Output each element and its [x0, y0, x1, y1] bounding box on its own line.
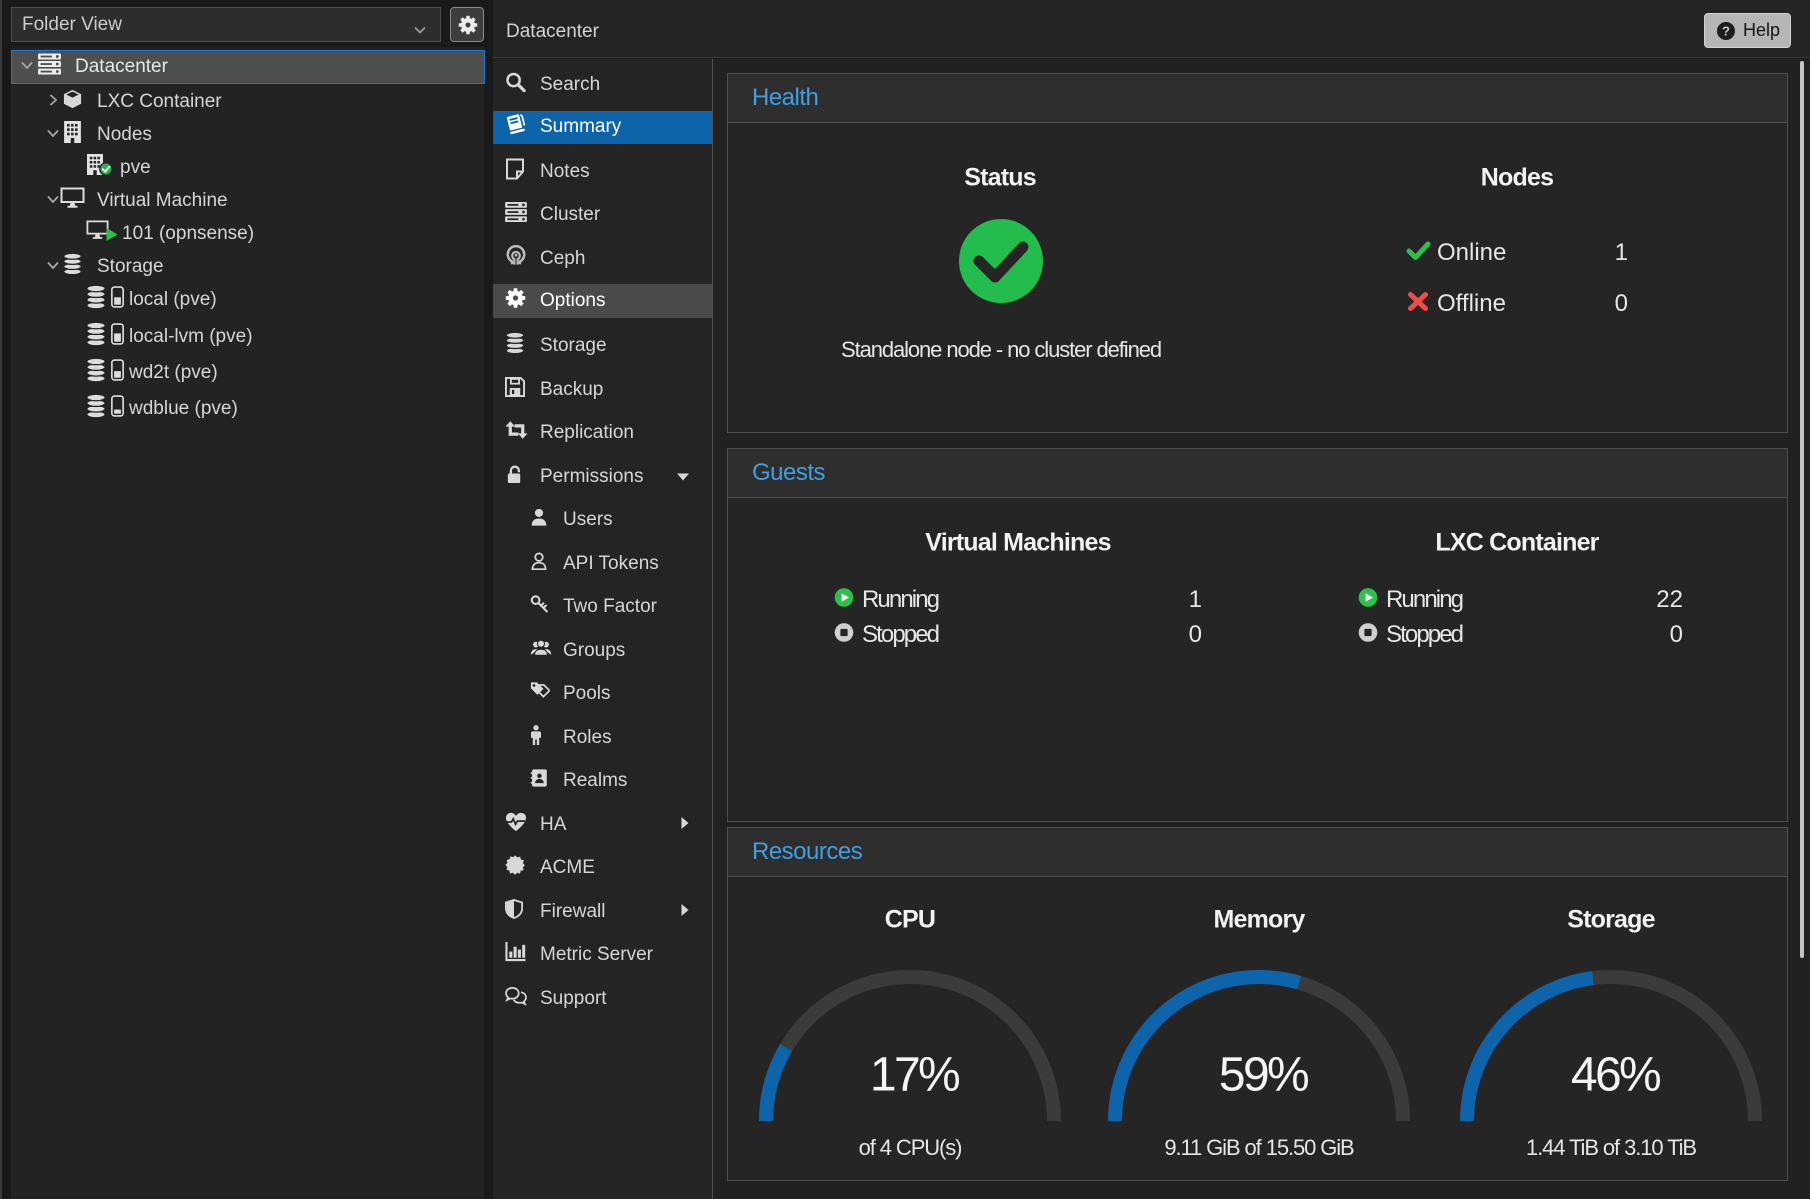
svg-text:?: ? — [1722, 24, 1730, 39]
